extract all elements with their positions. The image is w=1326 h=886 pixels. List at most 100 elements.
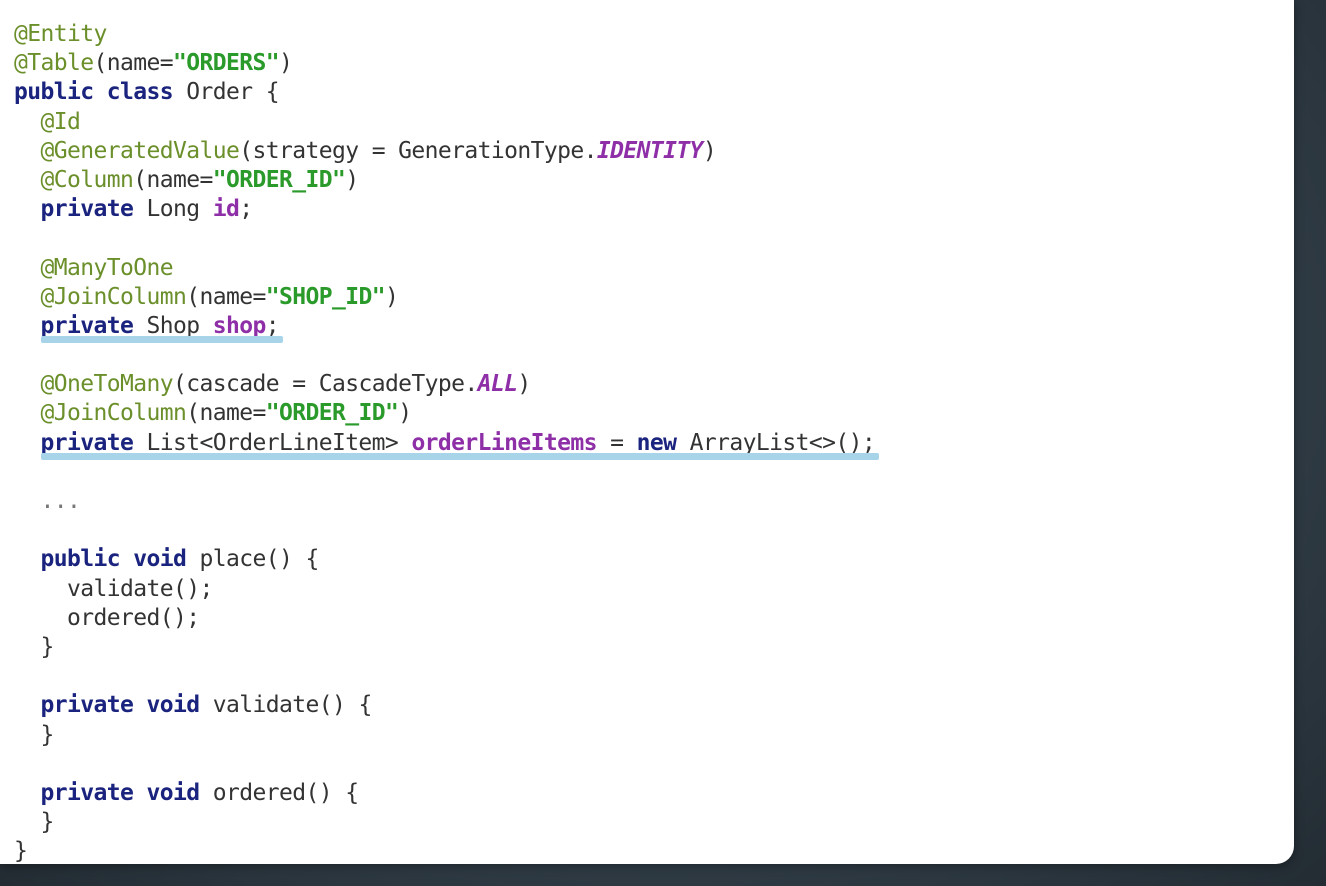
code-line: ordered(); [14,604,875,633]
code-token: ) [384,283,399,310]
code-token: ordered(); [14,604,200,631]
code-token: new [636,429,677,456]
code-token: "ORDER_ID" [212,166,346,193]
code-token: ) [345,166,359,193]
code-token: (cascade = CascadeType. [172,371,478,398]
code-token: ordered() { [199,779,359,806]
code-token: validate(); [14,575,213,602]
code-token: "SHOP_ID" [265,283,386,310]
code-token: public [14,79,94,106]
code-token: public [40,546,121,573]
code-token: } [14,838,28,864]
code-token: ) [517,371,531,398]
code-token: Shop [133,312,213,339]
code-token: (name= [186,283,266,310]
code-line: @JoinColumn(name="ORDER_ID") [14,399,875,428]
code-token: ; [265,312,280,339]
code-slide: @Entity @Table(name="ORDERS") public class… [0,0,1294,864]
code-token: @OneToMany [40,371,174,398]
code-token: private [40,779,134,806]
code-token: private [40,429,134,456]
code-token: } [14,721,54,748]
code-token: class [106,79,174,106]
code-token: IDENTITY [596,137,704,164]
code-token: @ManyToOne [40,254,174,281]
code-token: ) [278,50,293,77]
code-line: ... [14,487,875,516]
code-token: (name= [93,50,173,77]
code-token: shop [212,312,267,339]
code-token: ; [239,196,253,223]
code-token: Order { [172,79,279,106]
code-block: @Entity @Table(name="ORDERS") public class… [14,20,879,864]
code-token: void [146,692,200,719]
code-token: (name= [133,166,213,193]
code-token: id [212,196,240,223]
code-token: Long [133,196,213,223]
code-token: @Id [40,108,81,135]
code-line: private Long id; [14,195,875,224]
code-line: public class Order { [14,78,875,107]
code-token: void [133,546,187,573]
code-token: orderLineItems [411,429,597,456]
code-token: "ORDERS" [172,50,280,77]
code-line: validate(); [14,575,875,604]
code-token: void [146,779,200,806]
code-token: @JoinColumn [40,400,187,427]
code-token: ALL [477,371,518,398]
code-token: List<OrderLineItem> [133,429,412,456]
code-line: private void validate() { [14,691,875,720]
code-token: @Column [40,166,134,193]
code-token: @Entity [14,21,107,47]
code-token: "ORDER_ID" [265,400,399,427]
code-line: @ManyToOne [14,254,875,283]
code-line: @Column(name="ORDER_ID") [14,166,875,195]
code-token: ArrayList<>(); [676,429,876,456]
code-token: } [14,809,54,836]
code-line: } [14,837,875,864]
code-line: } [14,721,875,750]
code-token: ... [14,488,81,514]
code-token: private [40,692,134,719]
code-token: @JoinColumn [40,283,187,310]
code-line: @Entity [14,20,875,49]
line-highlight [41,453,879,460]
code-token: private [40,312,134,339]
code-token: place() { [186,546,319,573]
code-token: } [14,633,54,660]
code-token: = [596,429,637,456]
code-line: @Table(name="ORDERS") [14,49,875,78]
code-token: @GeneratedValue [40,137,240,164]
code-token: (strategy = GenerationType. [239,137,597,164]
code-line: @GeneratedValue(strategy = GenerationTyp… [14,137,875,166]
code-line: } [14,808,875,837]
code-token: (name= [186,400,266,427]
code-line: @OneToMany(cascade = CascadeType.ALL) [14,370,875,399]
code-line: @Id [14,108,875,137]
code-line: @JoinColumn(name="SHOP_ID") [14,283,875,312]
code-token: ) [702,137,717,164]
code-token: ) [398,400,412,427]
code-token: private [40,196,134,223]
